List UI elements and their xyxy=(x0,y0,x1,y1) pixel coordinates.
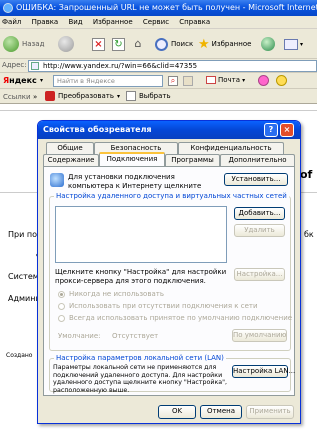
menu-view[interactable]: Вид xyxy=(68,18,82,26)
search-icon xyxy=(155,37,168,51)
address-input[interactable]: http://www.yandex.ru/?win=66&clid=47355 xyxy=(28,60,317,72)
refresh-button[interactable]: ↻ xyxy=(112,34,125,54)
dialog-title: Свойства обозревателя xyxy=(43,125,152,134)
home-button[interactable]: ⌂ xyxy=(131,34,145,54)
default-button: По умолчанию xyxy=(232,329,287,342)
mail-icon xyxy=(284,38,298,50)
links-bar: Ссылки » Преобразовать ▾ Выбрать xyxy=(0,89,317,104)
address-bar: Адрес: http://www.yandex.ru/?win=66&clid… xyxy=(0,59,317,73)
search-button[interactable]: Поиск xyxy=(155,34,193,54)
yandex-search-go-icon[interactable]: ⌕ xyxy=(168,76,178,86)
menu-bar: Файл Правка Вид Избранное Сервис Справка xyxy=(0,16,317,29)
network-connection-icon xyxy=(50,173,64,187)
links-label: Ссылки xyxy=(3,93,31,101)
convert-button[interactable]: Преобразовать ▾ xyxy=(45,91,120,101)
yandex-logo[interactable]: Яндекс xyxy=(3,76,37,85)
envelope-icon xyxy=(206,76,216,84)
default-value: Отсутствует xyxy=(112,332,159,340)
help-button[interactable]: ? xyxy=(264,123,278,137)
internet-options-dialog: Свойства обозревателя ? × Общие Безопасн… xyxy=(37,120,301,424)
tab-general[interactable]: Общие xyxy=(46,142,94,154)
mail-button[interactable]: ▾ xyxy=(284,34,303,54)
settings-button: Настройка... xyxy=(234,268,285,281)
yandex-dropdown-icon[interactable]: ▾ xyxy=(40,77,43,84)
dialog-title-bar: Свойства обозревателя ? × xyxy=(38,121,300,139)
close-button[interactable]: × xyxy=(280,123,294,137)
dialup-group-title: Настройка удаленного доступа и виртуальн… xyxy=(54,192,289,200)
cancel-button[interactable]: Отмена xyxy=(200,405,242,419)
stop-button[interactable]: × xyxy=(92,34,105,54)
address-label: Адрес: xyxy=(2,61,27,69)
chevron-down-icon: ▾ xyxy=(116,92,120,100)
yandex-search-input[interactable]: Найти в Яндексе xyxy=(53,75,163,87)
browser-title: ОШИБКА: Запрошенный URL не может быть по… xyxy=(16,3,317,12)
page-text: бк xyxy=(304,230,314,239)
connections-list[interactable] xyxy=(55,206,227,263)
yandex-tool-icon[interactable] xyxy=(183,76,193,86)
menu-help[interactable]: Справка xyxy=(179,18,210,26)
tab-programs[interactable]: Программы xyxy=(165,154,220,166)
page-divider xyxy=(0,110,317,111)
back-button[interactable]: Назад xyxy=(3,34,44,54)
browser-title-bar: ОШИБКА: Запрошенный URL не может быть по… xyxy=(0,0,317,16)
menu-tools[interactable]: Сервис xyxy=(143,18,169,26)
tab-advanced[interactable]: Дополнительно xyxy=(220,154,295,166)
radio-always-dial xyxy=(58,315,65,322)
page-icon xyxy=(31,62,39,70)
address-url: http://www.yandex.ru/?win=66&clid=47355 xyxy=(43,62,198,70)
dialup-group: Настройка удаленного доступа и виртуальн… xyxy=(49,192,293,351)
lan-group-title: Настройка параметров локальной сети (LAN… xyxy=(54,354,226,362)
ok-button[interactable]: OK xyxy=(158,405,196,419)
ie-logo-icon xyxy=(3,3,13,13)
tab-content[interactable]: Содержание xyxy=(43,154,99,166)
star-icon: ★ xyxy=(198,36,210,52)
stop-icon: × xyxy=(92,37,105,51)
chevron-down-icon: ▾ xyxy=(300,40,304,48)
pdf-icon xyxy=(45,91,55,101)
favorites-button[interactable]: ★ Избранное xyxy=(198,34,251,54)
setup-button[interactable]: Установить... xyxy=(224,173,288,186)
default-label: Умолчание: xyxy=(58,332,101,340)
menu-file[interactable]: Файл xyxy=(2,18,21,26)
forward-button[interactable] xyxy=(58,34,74,54)
history-button[interactable] xyxy=(261,34,275,54)
history-icon xyxy=(261,37,275,51)
yandex-mail-button[interactable]: Почта ▾ xyxy=(206,76,245,84)
select-icon xyxy=(126,91,136,101)
radio-dial-when-no-network xyxy=(58,303,65,310)
links-chevron-icon[interactable]: » xyxy=(33,93,37,101)
yandex-widget-icon[interactable] xyxy=(276,75,287,86)
tab-privacy[interactable]: Конфиденциальность xyxy=(178,142,284,154)
back-arrow-icon xyxy=(3,36,19,52)
proxy-text: Щелкните кнопку "Настройка" для настройк… xyxy=(55,268,227,285)
radio-never-dial-label: Никогда не использовать xyxy=(69,290,164,298)
remove-button: Удалить xyxy=(234,224,285,237)
radio-never-dial xyxy=(58,291,65,298)
connections-panel: Для установки подключения компьютера к И… xyxy=(43,166,295,396)
forward-arrow-icon xyxy=(58,36,74,52)
radio-dial-when-no-network-label: Использовать при отсутствии подключения … xyxy=(69,302,258,310)
standard-toolbar: Назад × ↻ ⌂ Поиск ★ Избранное ▾ xyxy=(0,29,317,59)
lan-group: Настройка параметров локальной сети (LAN… xyxy=(49,354,295,394)
yandex-widget-icon[interactable] xyxy=(258,75,269,86)
refresh-icon: ↻ xyxy=(112,37,125,51)
page-footer: Создано xyxy=(6,352,33,359)
home-icon: ⌂ xyxy=(134,36,142,50)
tab-connections[interactable]: Подключения xyxy=(99,152,165,166)
chevron-down-icon: ▾ xyxy=(242,76,246,84)
apply-button: Применить xyxy=(246,405,294,419)
yandex-toolbar: Яндекс ▾ Найти в Яндексе ⌕ Почта ▾ xyxy=(0,73,317,89)
page-text: Админи xyxy=(8,294,41,303)
page-heading-fragment: of xyxy=(300,168,313,181)
menu-favorites[interactable]: Избранное xyxy=(93,18,133,26)
lan-text: Параметры локальной сети не применяются … xyxy=(53,364,228,394)
lan-settings-button[interactable]: Настройка LAN... xyxy=(232,365,295,378)
select-button[interactable]: Выбрать xyxy=(126,91,171,101)
menu-edit[interactable]: Правка xyxy=(32,18,59,26)
add-button[interactable]: Добавить... xyxy=(234,207,285,220)
radio-always-dial-label: Всегда использовать принятое по умолчани… xyxy=(69,314,293,322)
